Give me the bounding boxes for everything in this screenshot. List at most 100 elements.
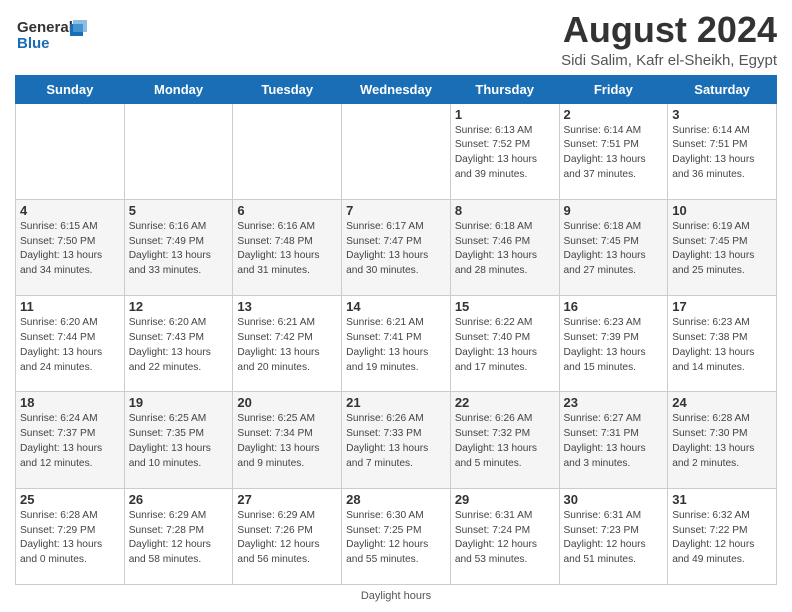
calendar-cell: 1Sunrise: 6:13 AM Sunset: 7:52 PM Daylig… <box>450 103 559 199</box>
day-number: 27 <box>237 492 337 507</box>
day-info: Sunrise: 6:25 AM Sunset: 7:35 PM Dayligh… <box>129 412 229 471</box>
day-number: 20 <box>237 395 337 410</box>
day-number: 18 <box>20 395 120 410</box>
calendar-cell: 3Sunrise: 6:14 AM Sunset: 7:51 PM Daylig… <box>668 103 777 199</box>
day-number: 29 <box>455 492 555 507</box>
day-number: 24 <box>672 395 772 410</box>
svg-text:Blue: Blue <box>17 35 50 52</box>
day-info: Sunrise: 6:27 AM Sunset: 7:31 PM Dayligh… <box>564 412 664 471</box>
calendar-cell <box>233 103 342 199</box>
main-title: August 2024 <box>561 10 777 50</box>
day-info: Sunrise: 6:16 AM Sunset: 7:49 PM Dayligh… <box>129 220 229 279</box>
day-info: Sunrise: 6:19 AM Sunset: 7:45 PM Dayligh… <box>672 220 772 279</box>
day-info: Sunrise: 6:24 AM Sunset: 7:37 PM Dayligh… <box>20 412 120 471</box>
day-info: Sunrise: 6:28 AM Sunset: 7:30 PM Dayligh… <box>672 412 772 471</box>
week-row-4: 18 Sunrise: 6:24 AM Sunset: 7:37 PM Dayli… <box>16 392 777 488</box>
calendar-cell: 14Sunrise: 6:21 AM Sunset: 7:41 PM Dayli… <box>342 296 451 392</box>
week-row-2: 4Sunrise: 6:15 AM Sunset: 7:50 PM Daylig… <box>16 199 777 295</box>
calendar-cell: 12 Sunrise: 6:20 AM Sunset: 7:43 PM Dayli… <box>124 296 233 392</box>
day-header-friday: Friday <box>559 75 668 103</box>
calendar-cell: 6 Sunrise: 6:16 AM Sunset: 7:48 PM Daylig… <box>233 199 342 295</box>
subtitle: Sidi Salim, Kafr el-Sheikh, Egypt <box>561 52 777 69</box>
calendar-cell: 30 Sunrise: 6:31 AM Sunset: 7:23 PM Dayli… <box>559 488 668 584</box>
day-info: Sunrise: 6:32 AM Sunset: 7:22 PM Dayligh… <box>672 509 772 568</box>
day-number: 10 <box>672 203 772 218</box>
page: General Blue August 2024 Sidi Salim, Kaf… <box>0 0 792 612</box>
day-header-wednesday: Wednesday <box>342 75 451 103</box>
calendar-body: 1Sunrise: 6:13 AM Sunset: 7:52 PM Daylig… <box>16 103 777 584</box>
day-number: 7 <box>346 203 446 218</box>
day-info: Sunrise: 6:21 AM Sunset: 7:41 PM Dayligh… <box>346 316 446 375</box>
footer: Daylight hours <box>15 590 777 602</box>
calendar-cell <box>342 103 451 199</box>
day-info: Sunrise: 6:23 AM Sunset: 7:38 PM Dayligh… <box>672 316 772 375</box>
day-info: Sunrise: 6:30 AM Sunset: 7:25 PM Dayligh… <box>346 509 446 568</box>
calendar-table: SundayMondayTuesdayWednesdayThursdayFrid… <box>15 75 777 585</box>
day-info: Sunrise: 6:14 AM Sunset: 7:51 PM Dayligh… <box>672 124 772 183</box>
calendar-cell: 28 Sunrise: 6:30 AM Sunset: 7:25 PM Dayli… <box>342 488 451 584</box>
day-number: 8 <box>455 203 555 218</box>
day-header-sunday: Sunday <box>16 75 125 103</box>
day-info: Sunrise: 6:16 AM Sunset: 7:48 PM Dayligh… <box>237 220 337 279</box>
day-info: Sunrise: 6:25 AM Sunset: 7:34 PM Dayligh… <box>237 412 337 471</box>
calendar-cell: 7 Sunrise: 6:17 AM Sunset: 7:47 PM Daylig… <box>342 199 451 295</box>
calendar-cell: 31Sunrise: 6:32 AM Sunset: 7:22 PM Dayli… <box>668 488 777 584</box>
day-info: Sunrise: 6:28 AM Sunset: 7:29 PM Dayligh… <box>20 509 120 568</box>
day-info: Sunrise: 6:26 AM Sunset: 7:33 PM Dayligh… <box>346 412 446 471</box>
day-info: Sunrise: 6:29 AM Sunset: 7:26 PM Dayligh… <box>237 509 337 568</box>
day-info: Sunrise: 6:17 AM Sunset: 7:47 PM Dayligh… <box>346 220 446 279</box>
day-header-monday: Monday <box>124 75 233 103</box>
calendar-cell: 10 Sunrise: 6:19 AM Sunset: 7:45 PM Dayli… <box>668 199 777 295</box>
calendar-cell: 24 Sunrise: 6:28 AM Sunset: 7:30 PM Dayli… <box>668 392 777 488</box>
day-number: 6 <box>237 203 337 218</box>
day-number: 22 <box>455 395 555 410</box>
day-info: Sunrise: 6:20 AM Sunset: 7:43 PM Dayligh… <box>129 316 229 375</box>
calendar-cell: 15 Sunrise: 6:22 AM Sunset: 7:40 PM Dayli… <box>450 296 559 392</box>
day-number: 11 <box>20 299 120 314</box>
day-number: 19 <box>129 395 229 410</box>
day-info: Sunrise: 6:18 AM Sunset: 7:45 PM Dayligh… <box>564 220 664 279</box>
day-info: Sunrise: 6:15 AM Sunset: 7:50 PM Dayligh… <box>20 220 120 279</box>
day-number: 12 <box>129 299 229 314</box>
daylight-label: Daylight hours <box>361 590 431 602</box>
day-number: 9 <box>564 203 664 218</box>
calendar-cell: 26 Sunrise: 6:29 AM Sunset: 7:28 PM Dayli… <box>124 488 233 584</box>
day-number: 16 <box>564 299 664 314</box>
calendar-cell: 23 Sunrise: 6:27 AM Sunset: 7:31 PM Dayli… <box>559 392 668 488</box>
days-header-row: SundayMondayTuesdayWednesdayThursdayFrid… <box>16 75 777 103</box>
day-header-saturday: Saturday <box>668 75 777 103</box>
day-number: 25 <box>20 492 120 507</box>
calendar-cell: 17 Sunrise: 6:23 AM Sunset: 7:38 PM Dayli… <box>668 296 777 392</box>
day-info: Sunrise: 6:26 AM Sunset: 7:32 PM Dayligh… <box>455 412 555 471</box>
calendar-cell: 4Sunrise: 6:15 AM Sunset: 7:50 PM Daylig… <box>16 199 125 295</box>
day-number: 23 <box>564 395 664 410</box>
day-info: Sunrise: 6:14 AM Sunset: 7:51 PM Dayligh… <box>564 124 664 183</box>
calendar-cell: 27 Sunrise: 6:29 AM Sunset: 7:26 PM Dayli… <box>233 488 342 584</box>
day-number: 28 <box>346 492 446 507</box>
day-number: 1 <box>455 107 555 122</box>
week-row-5: 25 Sunrise: 6:28 AM Sunset: 7:29 PM Dayli… <box>16 488 777 584</box>
day-info: Sunrise: 6:31 AM Sunset: 7:23 PM Dayligh… <box>564 509 664 568</box>
calendar-cell: 5Sunrise: 6:16 AM Sunset: 7:49 PM Daylig… <box>124 199 233 295</box>
day-info: Sunrise: 6:21 AM Sunset: 7:42 PM Dayligh… <box>237 316 337 375</box>
day-info: Sunrise: 6:23 AM Sunset: 7:39 PM Dayligh… <box>564 316 664 375</box>
day-header-tuesday: Tuesday <box>233 75 342 103</box>
calendar-header: SundayMondayTuesdayWednesdayThursdayFrid… <box>16 75 777 103</box>
title-area: August 2024 Sidi Salim, Kafr el-Sheikh, … <box>561 10 777 69</box>
logo-area: General Blue <box>15 10 87 59</box>
day-number: 30 <box>564 492 664 507</box>
day-info: Sunrise: 6:18 AM Sunset: 7:46 PM Dayligh… <box>455 220 555 279</box>
calendar-cell <box>16 103 125 199</box>
calendar-cell: 19 Sunrise: 6:25 AM Sunset: 7:35 PM Dayli… <box>124 392 233 488</box>
day-info: Sunrise: 6:29 AM Sunset: 7:28 PM Dayligh… <box>129 509 229 568</box>
day-info: Sunrise: 6:31 AM Sunset: 7:24 PM Dayligh… <box>455 509 555 568</box>
day-number: 15 <box>455 299 555 314</box>
header: General Blue August 2024 Sidi Salim, Kaf… <box>15 10 777 69</box>
calendar-cell: 21Sunrise: 6:26 AM Sunset: 7:33 PM Dayli… <box>342 392 451 488</box>
day-number: 17 <box>672 299 772 314</box>
day-number: 13 <box>237 299 337 314</box>
calendar-cell: 9 Sunrise: 6:18 AM Sunset: 7:45 PM Daylig… <box>559 199 668 295</box>
svg-text:General: General <box>17 19 73 36</box>
day-info: Sunrise: 6:22 AM Sunset: 7:40 PM Dayligh… <box>455 316 555 375</box>
day-number: 26 <box>129 492 229 507</box>
